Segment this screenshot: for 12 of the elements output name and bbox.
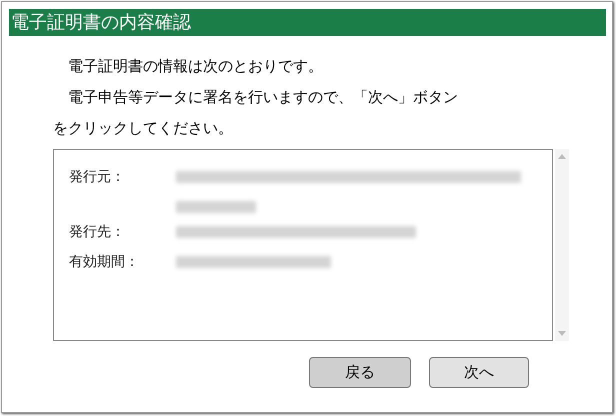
window-title: 電子証明書の内容確認 xyxy=(11,12,191,34)
scroll-up-icon[interactable] xyxy=(558,153,566,159)
message-text: 電子証明書の情報は次のとおりです。 xyxy=(68,56,324,77)
scroll-down-icon[interactable] xyxy=(558,331,566,337)
back-button[interactable]: 戻る xyxy=(309,357,411,388)
message-text: 電子申告等データに署名を行いますので、「次へ」ボタン xyxy=(68,87,459,108)
next-button[interactable]: 次へ xyxy=(429,357,529,388)
message-text: をクリックしてください。 xyxy=(53,118,234,139)
scrollbar[interactable] xyxy=(555,149,569,341)
field-label: 発行先： xyxy=(69,223,126,242)
field-label: 発行元： xyxy=(69,168,126,187)
field-label: 有効期間： xyxy=(69,253,140,272)
